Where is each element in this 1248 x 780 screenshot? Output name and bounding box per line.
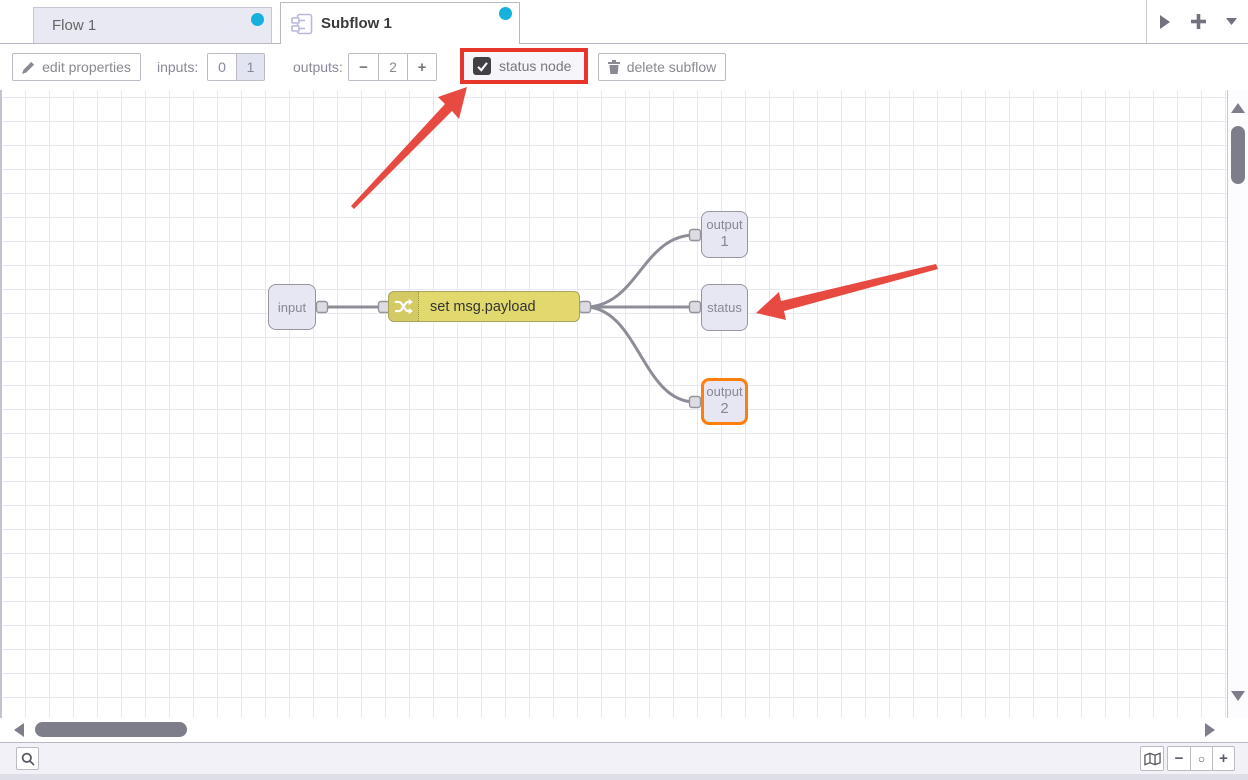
node-red-editor: Flow 1 Subflow 1 xyxy=(0,0,1248,780)
port-output1-in[interactable] xyxy=(690,230,701,241)
map-icon xyxy=(1144,752,1161,766)
port-output2-in[interactable] xyxy=(690,397,701,408)
change-node-shuffle-icon xyxy=(389,292,419,321)
modified-dot-icon xyxy=(251,13,264,26)
status-node-canvas-label: status xyxy=(707,300,742,315)
navigator-button[interactable] xyxy=(1140,746,1164,771)
subflow-toolbar: edit properties inputs: 0 1 outputs: − 2… xyxy=(0,44,1248,90)
zoom-controls: − ○ + xyxy=(1167,746,1235,771)
delete-subflow-button[interactable]: delete subflow xyxy=(598,53,726,81)
input-node-label: input xyxy=(278,300,306,315)
inputs-option-0[interactable]: 0 xyxy=(208,54,236,80)
output1-node-number: 1 xyxy=(706,233,742,250)
scroll-up-icon[interactable] xyxy=(1231,100,1245,118)
scroll-right-icon[interactable] xyxy=(1205,723,1215,742)
scroll-left-icon[interactable] xyxy=(14,723,24,742)
bottom-strip xyxy=(0,774,1248,780)
status-node-label: status node xyxy=(499,58,571,74)
modified-dot-icon xyxy=(499,7,512,20)
wire-change-to-output1[interactable] xyxy=(585,235,695,307)
inputs-count-toggle: 0 1 xyxy=(207,53,265,81)
outputs-increase-button[interactable]: + xyxy=(407,54,436,80)
tab-subflow-1[interactable]: Subflow 1 xyxy=(280,2,520,44)
status-node-toggle[interactable]: status node xyxy=(460,48,588,84)
subflow-icon xyxy=(291,13,313,35)
editor-footer: − ○ + xyxy=(0,742,1248,774)
subflow-output2-node-selected[interactable]: output 2 xyxy=(701,378,748,425)
tab-flow-1-label: Flow 1 xyxy=(52,17,96,34)
flow-list-caret-icon[interactable] xyxy=(1216,0,1246,43)
inputs-option-1[interactable]: 1 xyxy=(236,54,264,80)
change-node-label: set msg.payload xyxy=(419,292,579,321)
change-node[interactable]: set msg.payload xyxy=(388,291,580,322)
pencil-icon xyxy=(22,61,35,74)
port-input-out[interactable] xyxy=(317,302,328,313)
port-status-in[interactable] xyxy=(690,302,701,313)
search-flows-button[interactable] xyxy=(16,747,39,770)
status-node-checkbox[interactable] xyxy=(473,57,491,75)
outputs-decrease-button[interactable]: − xyxy=(349,54,378,80)
next-tab-icon[interactable] xyxy=(1150,0,1180,43)
inputs-label: inputs: xyxy=(157,44,198,90)
tab-flow-1[interactable]: Flow 1 xyxy=(33,7,272,43)
horizontal-scrollbar[interactable] xyxy=(0,718,1248,742)
outputs-stepper: − 2 + xyxy=(348,53,437,81)
zoom-in-button[interactable]: + xyxy=(1212,747,1234,770)
tab-subflow-1-label: Subflow 1 xyxy=(321,15,392,32)
zoom-reset-button[interactable]: ○ xyxy=(1190,747,1212,770)
zoom-out-button[interactable]: − xyxy=(1168,747,1190,770)
output2-node-number: 2 xyxy=(706,400,742,417)
output2-node-label: output xyxy=(706,385,742,400)
horizontal-scroll-thumb[interactable] xyxy=(35,722,187,737)
wire-change-to-output2[interactable] xyxy=(585,307,695,402)
search-icon xyxy=(21,752,35,766)
trash-icon xyxy=(608,60,620,74)
add-flow-icon[interactable] xyxy=(1183,0,1213,43)
port-change-out[interactable] xyxy=(580,302,591,313)
edit-properties-button[interactable]: edit properties xyxy=(12,53,141,81)
subflow-status-node[interactable]: status xyxy=(701,284,748,331)
wires-layer xyxy=(0,90,1227,718)
delete-subflow-label: delete subflow xyxy=(627,59,717,75)
flow-canvas[interactable]: input set msg.payload output 1 status xyxy=(0,90,1227,718)
outputs-label: outputs: xyxy=(293,44,343,90)
tabbar-separator xyxy=(1146,0,1147,43)
output1-node-label: output xyxy=(706,218,742,233)
edit-properties-label: edit properties xyxy=(42,59,131,75)
subflow-input-node[interactable]: input xyxy=(268,284,316,330)
flow-tab-bar: Flow 1 Subflow 1 xyxy=(0,0,1248,44)
scroll-down-icon[interactable] xyxy=(1231,688,1245,706)
vertical-scroll-thumb[interactable] xyxy=(1231,126,1245,184)
vertical-scrollbar[interactable] xyxy=(1227,90,1248,718)
subflow-output1-node[interactable]: output 1 xyxy=(701,211,748,258)
outputs-count-value: 2 xyxy=(378,54,407,80)
